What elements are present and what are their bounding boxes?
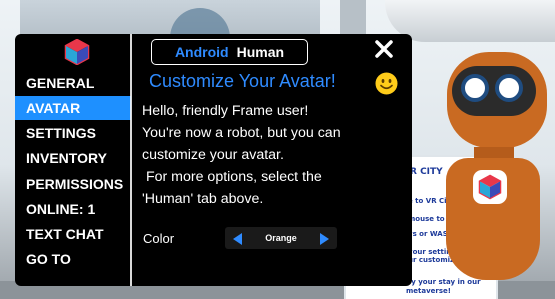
signboard-line: joy your stay in our <box>404 278 481 286</box>
sidebar-item-general[interactable]: GENERAL <box>15 71 131 95</box>
signboard-line: e to VR Cit <box>408 197 450 205</box>
sidebar-item-settings[interactable]: SETTINGS <box>15 121 131 145</box>
intro-text-line: customize your avatar. <box>142 147 284 163</box>
avatar-menu-panel: GENERAL AVATAR SETTINGS INVENTORY PERMIS… <box>15 34 412 286</box>
sidebar-item-go-to[interactable]: GO TO <box>15 247 131 271</box>
smiley-icon <box>375 72 398 95</box>
color-picker: Orange <box>225 227 337 249</box>
signboard-city-text: R CITY <box>410 167 443 177</box>
intro-text-line: For more options, select the <box>142 169 322 185</box>
frame-cube-badge-icon <box>473 170 507 204</box>
sidebar: GENERAL AVATAR SETTINGS INVENTORY PERMIS… <box>15 34 131 286</box>
tab-android[interactable]: Android <box>175 44 229 60</box>
tab-human[interactable]: Human <box>237 44 284 60</box>
close-icon[interactable] <box>373 38 395 60</box>
robot-avatar-eye <box>461 74 489 102</box>
signboard-line: mouse to <box>408 215 445 223</box>
intro-text-line: 'Human' tab above. <box>142 191 264 207</box>
sidebar-item-permissions[interactable]: PERMISSIONS <box>15 172 131 196</box>
sidebar-item-avatar[interactable]: AVATAR <box>15 96 131 120</box>
robot-avatar-eye <box>495 74 523 102</box>
triangle-right-icon[interactable] <box>317 231 331 245</box>
intro-text-line: You're now a robot, but you can <box>142 125 341 141</box>
sidebar-item-text-chat[interactable]: TEXT CHAT <box>15 222 131 246</box>
avatar-type-tabs: Android Human <box>151 39 308 65</box>
sidebar-item-online[interactable]: ONLINE: 1 <box>15 197 131 221</box>
intro-text-line: Hello, friendly Frame user! <box>142 103 309 119</box>
intro-text: Hello, friendly Frame user! You're now a… <box>142 100 407 210</box>
avatar-content: Android Human Customize Your Avatar! Hel… <box>132 34 412 286</box>
frame-cube-logo-icon <box>64 38 90 66</box>
sidebar-item-inventory[interactable]: INVENTORY <box>15 146 131 170</box>
color-label: Color <box>143 231 175 246</box>
signboard-line: metaverse! <box>406 287 451 295</box>
page-title: Customize Your Avatar! <box>149 71 336 91</box>
